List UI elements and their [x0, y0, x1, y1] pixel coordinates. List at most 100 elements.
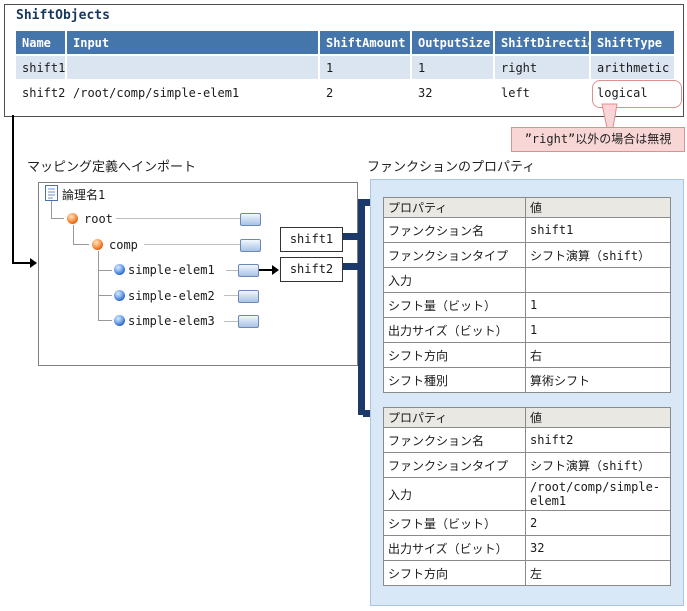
table-row: shift111rightarithmetic — [15, 55, 675, 80]
table-row-cell: シフト種別 — [384, 368, 526, 393]
tree-node-simple-elem2: simple-elem2 — [128, 289, 215, 303]
table-row: ファンクション名shift1 — [384, 218, 671, 243]
node-collapse-icon — [238, 290, 259, 303]
table-row-cell: 1 — [319, 55, 411, 80]
table-row-cell: 出力サイズ（ビット） — [384, 318, 526, 343]
table-row-cell: 算術シフト — [526, 368, 671, 393]
table-row-cell: ファンクション名 — [384, 218, 526, 243]
header-row-cell: Name — [15, 30, 66, 55]
function-box-shift2: shift2 — [280, 257, 343, 282]
tree-node-comp: comp — [109, 238, 138, 252]
table-row-cell: ファンクションタイプ — [384, 243, 526, 268]
header-row: プロパティ値 — [384, 198, 671, 218]
node-collapse-icon — [238, 264, 259, 277]
table-row-cell: 32 — [411, 80, 494, 105]
header-row-cell: ShiftDirection — [494, 30, 590, 55]
tree-line — [98, 251, 99, 321]
header-row-cell: Input — [66, 30, 319, 55]
header-row-cell: ShiftAmount — [319, 30, 411, 55]
table-row-cell: right — [494, 55, 590, 80]
tree-line — [98, 270, 112, 271]
table-row-cell: 2 — [526, 511, 671, 536]
tree-line — [51, 218, 64, 219]
node-collapse-icon — [240, 213, 261, 226]
connector-bus-vertical — [358, 199, 365, 415]
table-row-cell: 1 — [411, 55, 494, 80]
simple-element-icon — [114, 315, 125, 326]
header-row: プロパティ値 — [384, 408, 671, 428]
table-row-cell: shift2 — [15, 80, 66, 105]
callout-note: ”right”以外の場合は無視 — [511, 127, 685, 152]
table-row-cell: 1 — [526, 293, 671, 318]
connector-left-vertical — [12, 115, 14, 263]
table-row-cell: シフト量（ビット） — [384, 293, 526, 318]
elem1-to-shift2-line — [259, 269, 273, 271]
node-collapse-icon — [240, 239, 261, 252]
shiftobjects-title: ShiftObjects — [16, 8, 110, 23]
table-row-cell — [66, 55, 319, 80]
simple-element-icon — [114, 290, 125, 301]
table-row-cell: 1 — [526, 318, 671, 343]
tree-document-label: 論理名1 — [62, 186, 105, 203]
elem1-to-shift2-arrowhead-icon — [272, 265, 279, 275]
table-row: 入力/root/comp/simple-elem1 — [384, 478, 671, 511]
leader-line — [144, 244, 240, 245]
connector-left-arrowhead-icon — [30, 258, 37, 268]
property-table-shift2: プロパティ値ファンクション名shift2ファンクションタイプシフト演算（shif… — [383, 407, 671, 586]
element-node-icon — [67, 213, 78, 224]
header-row-cell: ShiftType — [590, 30, 675, 55]
table-row-cell: 入力 — [384, 268, 526, 293]
table-row-cell: シフト方向 — [384, 343, 526, 368]
table-row-cell: shift1 — [526, 218, 671, 243]
table-row-cell: ファンクションタイプ — [384, 453, 526, 478]
node-collapse-icon — [238, 315, 259, 328]
header-row-cell: OutputSize — [411, 30, 494, 55]
leader-line — [116, 218, 240, 219]
tree-line — [73, 225, 74, 245]
header-row-cell: プロパティ — [384, 408, 526, 428]
table-row: ファンクション名shift2 — [384, 428, 671, 453]
table-row: ファンクションタイプシフト演算（shift） — [384, 453, 671, 478]
connector-left-horizontal — [12, 262, 31, 264]
table-row-cell — [526, 268, 671, 293]
table-row: 出力サイズ（ビット）1 — [384, 318, 671, 343]
table-row-cell: 左 — [526, 561, 671, 586]
table-row-cell: シフト演算（shift） — [526, 243, 671, 268]
table-row-cell: /root/comp/simple-elem1 — [526, 478, 671, 511]
table-row-cell: shift2 — [526, 428, 671, 453]
table-row-cell: 出力サイズ（ビット） — [384, 536, 526, 561]
table-row: ファンクションタイプシフト演算（shift） — [384, 243, 671, 268]
tree-line — [51, 201, 52, 219]
tree-node-root: root — [84, 212, 113, 226]
simple-element-icon — [114, 264, 125, 275]
tree-line — [98, 295, 112, 296]
tree-node-simple-elem3: simple-elem3 — [128, 314, 215, 328]
table-row: シフト量（ビット）2 — [384, 511, 671, 536]
table-row-cell: ファンクション名 — [384, 428, 526, 453]
table-row-cell: arithmetic — [590, 55, 675, 80]
table-row: 出力サイズ（ビット）32 — [384, 536, 671, 561]
table-row: シフト方向左 — [384, 561, 671, 586]
table-row-cell: シフト量（ビット） — [384, 511, 526, 536]
table-row-cell: left — [494, 80, 590, 105]
document-icon — [45, 185, 58, 201]
shiftobjects-table: NameInputShiftAmountOutputSizeShiftDirec… — [14, 29, 676, 106]
table-row-cell: shift1 — [15, 55, 66, 80]
properties-section-label: ファンクションのプロパティ — [367, 156, 535, 175]
table-row: shift2/root/comp/simple-elem1232leftlogi… — [15, 80, 675, 105]
table-row: 入力 — [384, 268, 671, 293]
header-row-cell: 値 — [526, 198, 671, 218]
property-table-shift1: プロパティ値ファンクション名shift1ファンクションタイプシフト演算（shif… — [383, 197, 671, 393]
header-row-cell: プロパティ — [384, 198, 526, 218]
header-row: NameInputShiftAmountOutputSizeShiftDirec… — [15, 30, 675, 55]
table-row-cell: 入力 — [384, 478, 526, 511]
leader-line — [224, 321, 238, 322]
table-row-cell: シフト演算（shift） — [526, 453, 671, 478]
table-row-cell: シフト方向 — [384, 561, 526, 586]
table-row-cell: 右 — [526, 343, 671, 368]
leader-line — [224, 295, 238, 296]
function-box-shift1: shift1 — [280, 227, 343, 252]
table-row: シフト種別算術シフト — [384, 368, 671, 393]
table-row-cell: 32 — [526, 536, 671, 561]
tree-line — [73, 244, 89, 245]
